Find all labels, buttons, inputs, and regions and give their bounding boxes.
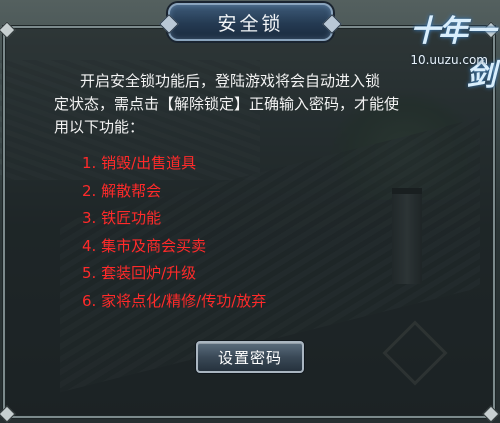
list-item: 3. 铁匠功能 [82,209,162,228]
intro-line-2: 定状态，需点击【解除锁定】正确输入密码，才能使 [54,95,400,113]
list-item: 1. 销毁/出售道具 [82,154,197,172]
list-item: 6. 家将点化/精修/传功/放弃 [82,291,267,310]
dialog-title-tab: 安全锁 [168,3,333,41]
dialog-title: 安全锁 [217,12,284,35]
intro-line-3: 用以下功能： [54,118,145,136]
list-item: 2. 解散帮会 [82,181,162,200]
function-list: 1. 销毁/出售道具 2. 解散帮会 3. 铁匠功能 4. 集市及商会买卖 5.… [82,150,266,316]
list-item: 5. 套装回炉/升级 [82,264,197,283]
game-logo-mark: 十年一剑 [410,14,496,93]
intro-line-1: 开启安全锁功能后，登陆游戏将会自动进入锁 [80,72,381,90]
set-password-button[interactable]: 设置密码 [196,341,304,373]
intro-text: 开启安全锁功能后，登陆游戏将会自动进入锁 定状态，需点击【解除锁定】正确输入密码… [54,70,454,139]
game-logo-url: 10.uuzu.com [410,53,488,67]
list-item: 4. 集市及商会买卖 [82,236,207,255]
game-logo: 十年一剑 10.uuzu.com [398,6,496,93]
